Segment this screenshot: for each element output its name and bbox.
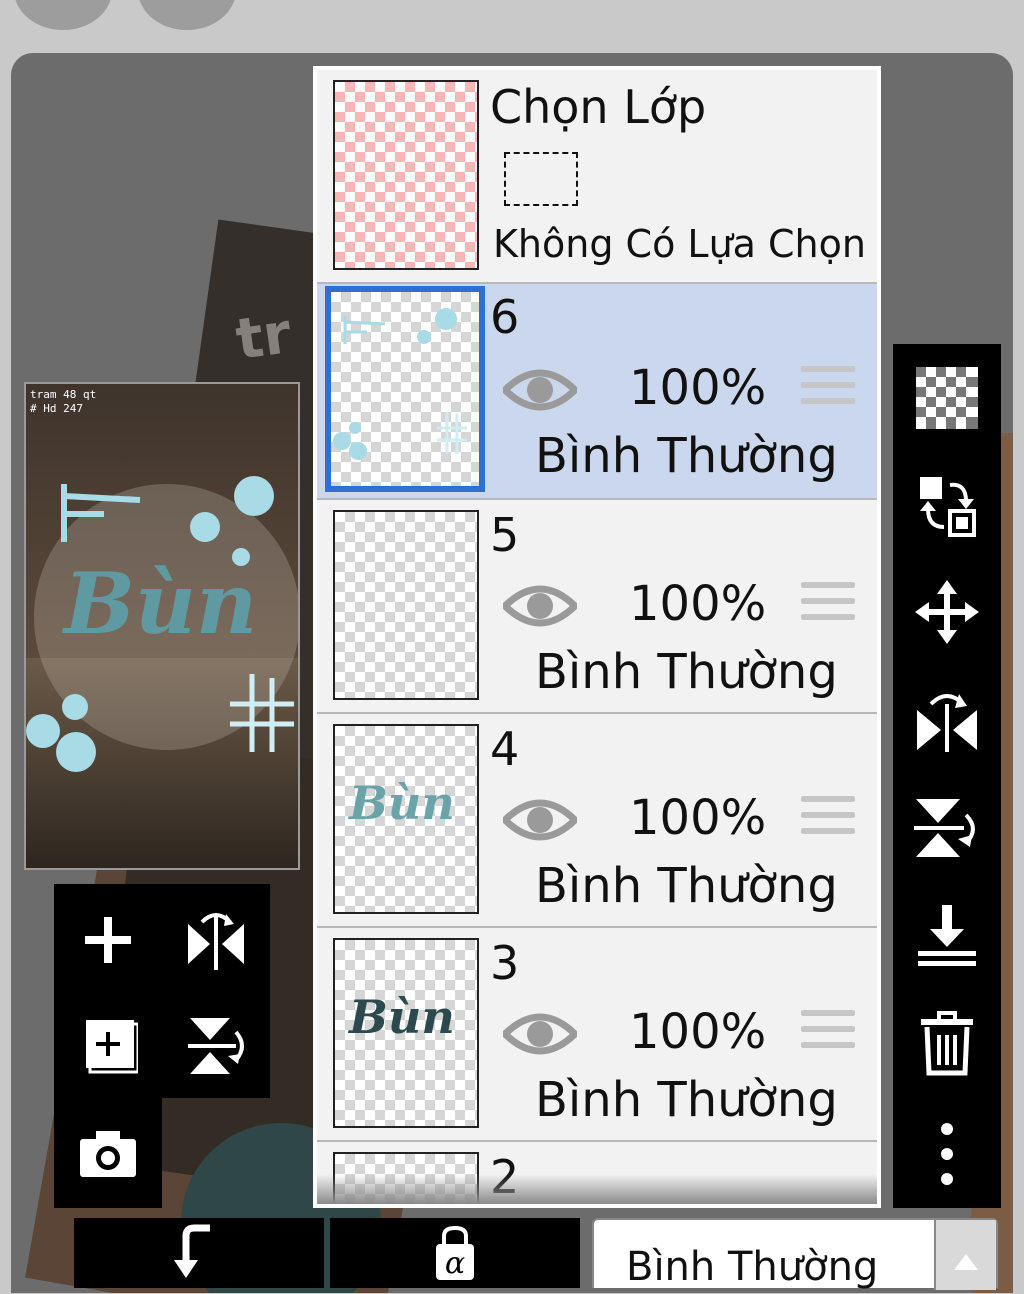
selection-rect-icon bbox=[504, 152, 578, 206]
back-button[interactable] bbox=[74, 1218, 324, 1288]
selection-layer-thumbnail bbox=[333, 80, 479, 270]
blend-mode-value: Bình Thường bbox=[626, 1244, 879, 1290]
swap-layers-icon[interactable] bbox=[907, 466, 987, 546]
add-layer-icon[interactable] bbox=[68, 900, 148, 980]
eye-icon[interactable] bbox=[503, 794, 577, 846]
duplicate-layer-icon[interactable] bbox=[68, 1006, 148, 1086]
layer-panel: Chọn Lớp Không Có Lựa Chọn 6 100% Bình T… bbox=[313, 66, 881, 1208]
alpha-lock-button[interactable]: α bbox=[330, 1218, 580, 1288]
top-bar bbox=[0, 0, 1024, 60]
eye-icon[interactable] bbox=[503, 364, 577, 416]
layer-tools-panel-bottom bbox=[54, 1098, 162, 1208]
layer-opacity[interactable]: 100% bbox=[629, 360, 766, 416]
layer-blend-mode: Bình Thường bbox=[535, 1072, 838, 1128]
redo-button[interactable] bbox=[138, 0, 236, 30]
layer-row-3[interactable]: Bùn 3 100% Bình Thường bbox=[317, 928, 877, 1140]
alpha-lock-icon: α bbox=[436, 1226, 474, 1281]
selection-layer[interactable]: Chọn Lớp Không Có Lựa Chọn bbox=[317, 70, 877, 282]
layer-thumbnail bbox=[333, 510, 479, 700]
flip-vertical-icon[interactable] bbox=[176, 1006, 256, 1086]
sparkle-icon bbox=[61, 484, 141, 542]
layer-blend-mode: Bình Thường bbox=[535, 644, 838, 700]
layer-thumbnail: Bùn bbox=[333, 938, 479, 1128]
layer-number: 4 bbox=[490, 722, 520, 776]
move-icon[interactable] bbox=[907, 572, 987, 652]
drag-handle-icon[interactable] bbox=[801, 366, 855, 410]
camera-icon[interactable] bbox=[68, 1114, 148, 1194]
layer-number: 3 bbox=[490, 936, 520, 990]
layer-row-4[interactable]: Bùn 4 100% Bình Thường bbox=[317, 714, 877, 926]
layer-blend-mode: Bình Thường bbox=[535, 428, 838, 484]
eye-icon[interactable] bbox=[503, 1008, 577, 1060]
layer-opacity[interactable]: 100% bbox=[629, 1004, 766, 1060]
undo-button[interactable] bbox=[14, 0, 112, 30]
preview-credit: tram 48 qt # Hd 247 bbox=[30, 388, 97, 415]
layer-thumbnail bbox=[325, 286, 485, 492]
drag-handle-icon[interactable] bbox=[801, 796, 855, 840]
layer-row-5[interactable]: 5 100% Bình Thường bbox=[317, 500, 877, 712]
eye-icon[interactable] bbox=[503, 580, 577, 632]
merge-down-icon[interactable] bbox=[907, 896, 987, 976]
svg-text:α: α bbox=[445, 1246, 465, 1281]
blend-mode-select[interactable]: Bình Thường bbox=[592, 1218, 998, 1290]
back-arrow-icon bbox=[174, 1224, 210, 1278]
flip-horizontal-icon[interactable] bbox=[176, 900, 256, 980]
drag-handle-icon[interactable] bbox=[801, 1010, 855, 1054]
drag-handle-icon[interactable] bbox=[801, 582, 855, 626]
layer-row-6[interactable]: 6 100% Bình Thường bbox=[317, 284, 877, 498]
transparency-icon[interactable] bbox=[907, 358, 987, 438]
layer-number: 6 bbox=[490, 290, 520, 344]
selection-status: Không Có Lựa Chọn bbox=[493, 222, 866, 266]
layer-number: 5 bbox=[490, 508, 520, 562]
layer-list[interactable]: Chọn Lớp Không Có Lựa Chọn 6 100% Bình T… bbox=[317, 70, 877, 1204]
more-icon[interactable] bbox=[907, 1114, 987, 1194]
flip-vertical-icon[interactable] bbox=[907, 788, 987, 868]
hash-icon bbox=[230, 674, 294, 752]
trash-icon[interactable] bbox=[907, 1004, 987, 1084]
layer-thumbnail: Bùn bbox=[333, 724, 479, 914]
layer-tools-panel bbox=[54, 884, 270, 1098]
layer-actions-toolbar bbox=[893, 344, 1001, 1208]
flip-horizontal-icon[interactable] bbox=[907, 680, 987, 760]
layer-opacity[interactable]: 100% bbox=[629, 790, 766, 846]
selection-layer-title: Chọn Lớp bbox=[490, 80, 707, 134]
preview-artwork-word: Bùn bbox=[64, 554, 258, 653]
canvas-preview[interactable]: tram 48 qt # Hd 247 Bùn bbox=[24, 382, 300, 870]
layer-opacity[interactable]: 100% bbox=[629, 576, 766, 632]
layer-blend-mode: Bình Thường bbox=[535, 858, 838, 914]
